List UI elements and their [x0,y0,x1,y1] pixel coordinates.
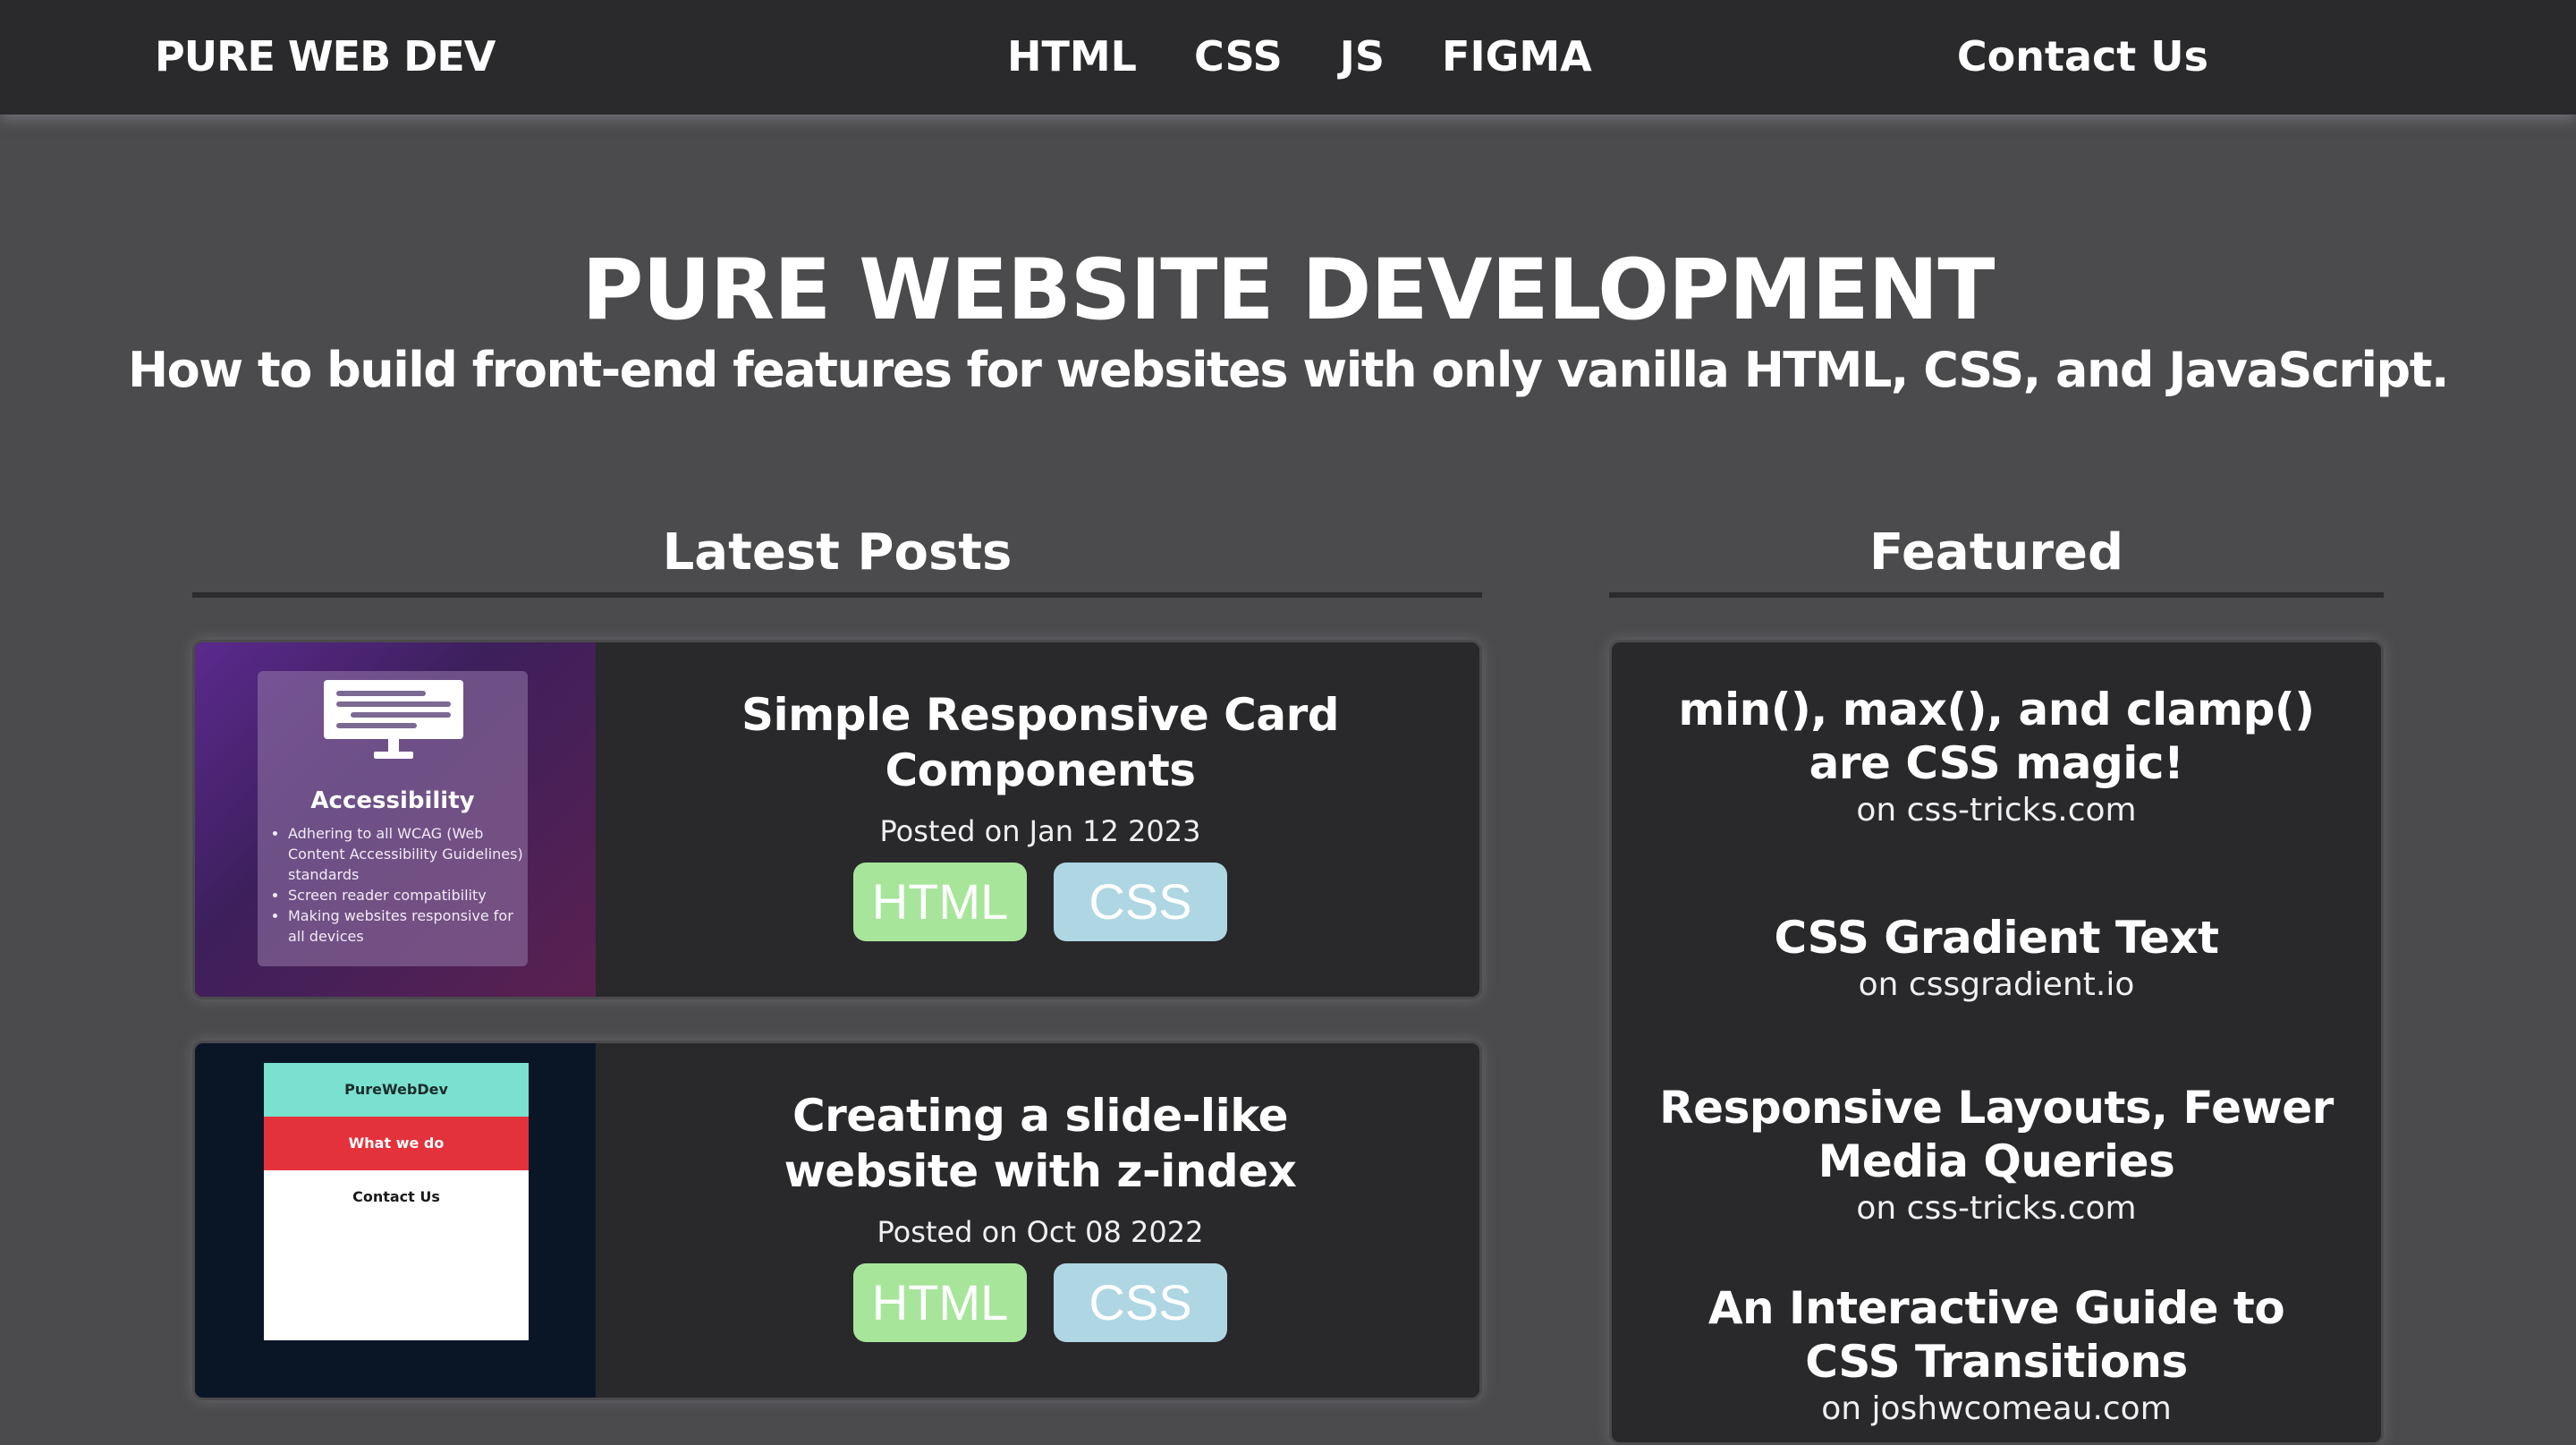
featured-link[interactable]: Responsive Layouts, Fewer Media Queries [1657,1081,2336,1188]
mockup-row: Contact Us [264,1170,529,1224]
contact-us-link[interactable]: Contact Us [1957,32,2208,81]
mockup-row: What we do [264,1117,529,1170]
thumbnail-title: Accessibility [310,787,475,814]
featured-source: on joshwcomeau.com [1821,1390,2172,1427]
post-date: Posted on Oct 08 2022 [877,1215,1204,1249]
thumbnail-list-item: Adhering to all WCAG (Web Content Access… [288,823,526,885]
hero-title: PURE WEBSITE DEVELOPMENT [581,242,1996,339]
featured-source: on css-tricks.com [1856,1190,2137,1227]
nav-link-js[interactable]: JS [1340,32,1385,81]
post-thumbnail[interactable]: PureWebDev What we do Contact Us [195,1043,596,1398]
featured-list: min(), max(), and clamp() are CSS magic!… [1609,640,2384,1445]
post-info: Creating a slide-like website with z-ind… [596,1043,1479,1398]
post-tags: HTML CSS [596,863,1479,941]
thumbnail-list-item: Making websites responsive for all devic… [288,905,526,947]
monitor-icon [324,680,463,759]
featured-item: min(), max(), and clamp() are CSS magic!… [1612,683,2381,829]
nav-links: HTML CSS JS FIGMA [1007,32,1592,81]
mockup-row: PureWebDev [264,1063,529,1117]
nav-link-html[interactable]: HTML [1007,32,1137,81]
featured-link[interactable]: min(), max(), and clamp() are CSS magic! [1657,683,2336,790]
brand-logo-link[interactable]: PURE WEB DEV [155,32,496,81]
hero-subtitle: How to build front-end features for webs… [127,342,2450,398]
tag-html[interactable]: HTML [853,863,1027,941]
top-nav: PURE WEB DEV HTML CSS JS FIGMA Contact U… [0,0,2576,115]
featured-source: on cssgradient.io [1858,966,2135,1003]
post-title[interactable]: Creating a slide-like website with z-ind… [700,1088,1380,1199]
featured-link[interactable]: CSS Gradient Text [1657,911,2336,965]
nav-link-figma[interactable]: FIGMA [1442,32,1592,81]
accessibility-thumbnail-card: Accessibility Adhering to all WCAG (Web … [258,671,528,966]
featured-item: Responsive Layouts, Fewer Media Queries … [1612,1081,2381,1227]
featured-item: An Interactive Guide to CSS Transitions … [1612,1281,2381,1427]
thumbnail-list-item: Screen reader compatibility [288,885,526,905]
tag-html[interactable]: HTML [853,1263,1027,1342]
tag-css[interactable]: CSS [1054,863,1227,941]
post-date: Posted on Jan 12 2023 [879,814,1201,848]
post-title[interactable]: Simple Responsive Card Components [700,687,1380,798]
featured-link[interactable]: An Interactive Guide to CSS Transitions [1657,1281,2336,1389]
thumbnail-list: Adhering to all WCAG (Web Content Access… [267,823,526,947]
nav-link-css[interactable]: CSS [1194,32,1283,81]
featured-source: on css-tricks.com [1856,792,2137,829]
featured-item: CSS Gradient Text on cssgradient.io [1612,911,2381,1003]
post-card[interactable]: Accessibility Adhering to all WCAG (Web … [192,640,1482,999]
tag-css[interactable]: CSS [1054,1263,1227,1342]
post-card[interactable]: PureWebDev What we do Contact Us Creatin… [192,1041,1482,1400]
slide-mockup: PureWebDev What we do Contact Us [264,1063,529,1340]
post-thumbnail[interactable]: Accessibility Adhering to all WCAG (Web … [195,642,596,997]
post-info: Simple Responsive Card Components Posted… [596,642,1479,997]
featured-heading: Featured [1609,523,2384,598]
post-tags: HTML CSS [596,1263,1479,1342]
latest-posts-heading: Latest Posts [192,523,1482,598]
